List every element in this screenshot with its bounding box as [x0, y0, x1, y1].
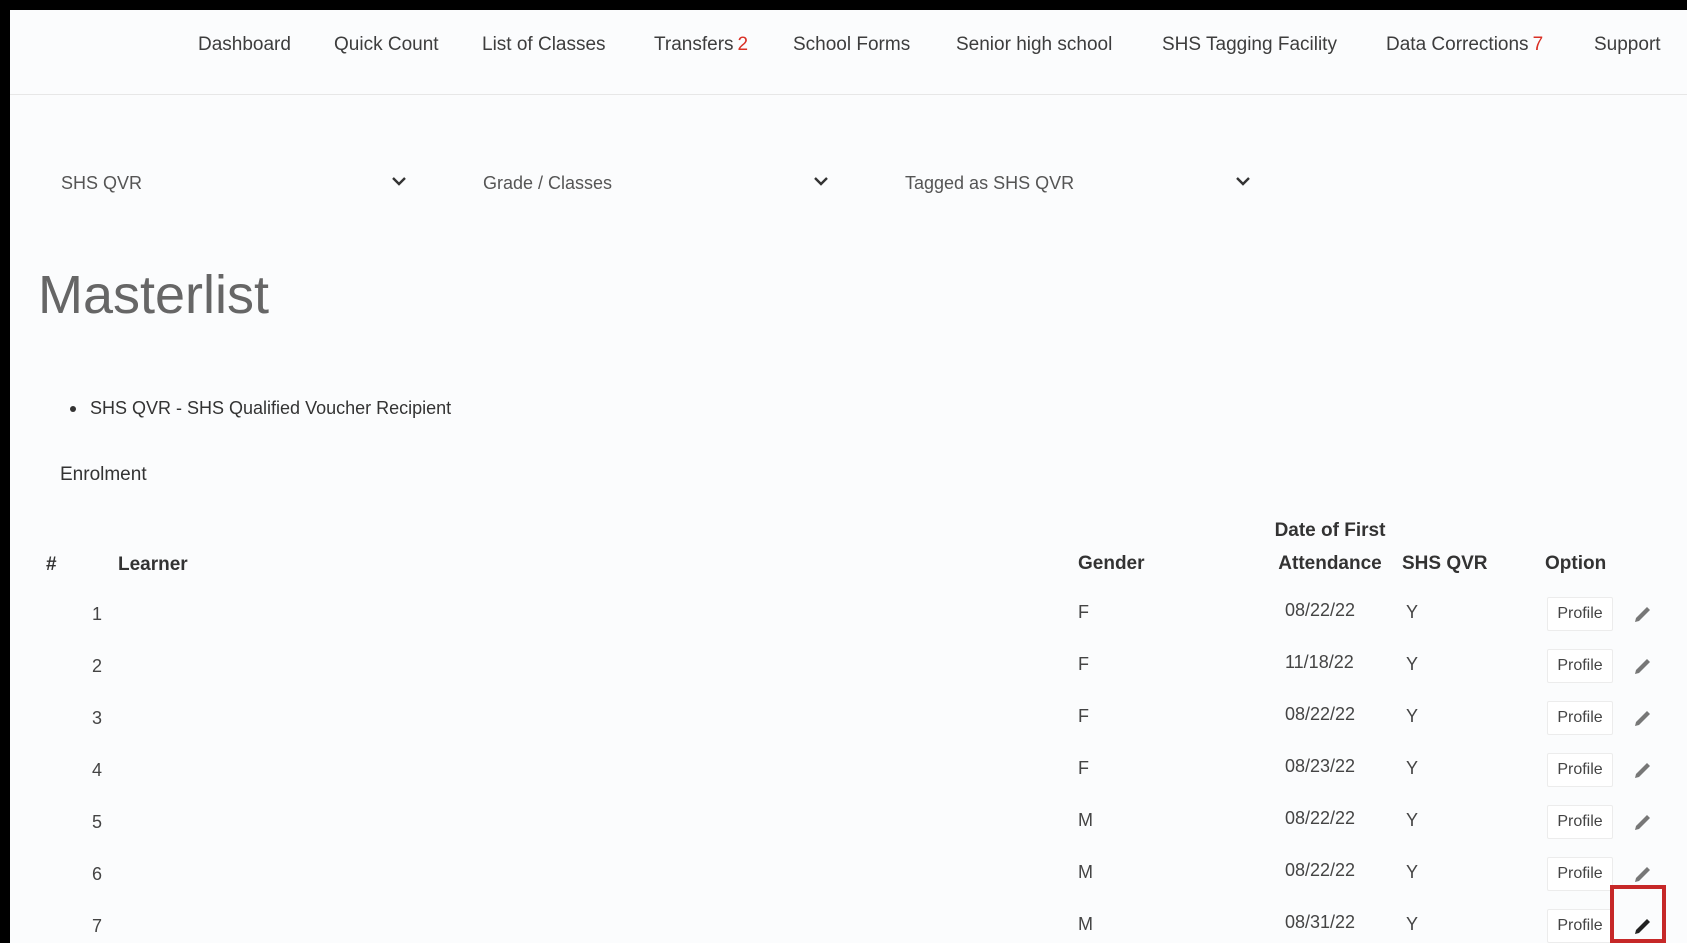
row-number: 5	[92, 812, 103, 832]
row-number: 3	[92, 708, 103, 728]
column-header-date-line1: Date of First	[1274, 520, 1386, 541]
profile-button[interactable]: Profile	[1547, 597, 1613, 631]
profile-button[interactable]: Profile	[1547, 753, 1613, 787]
nav-support[interactable]: Support	[1594, 34, 1661, 56]
nav-quick-count[interactable]: Quick Count	[334, 34, 439, 56]
row-date: 08/22/22	[1285, 704, 1356, 724]
pencil-edit-icon[interactable]	[1631, 810, 1655, 834]
grade-classes-select[interactable]: Grade / Classes	[460, 158, 844, 210]
profile-button[interactable]: Profile	[1547, 701, 1613, 735]
row-shs-qvr: Y	[1406, 758, 1419, 778]
table-row: 7 M 08/31/22 Y Profile	[10, 900, 1687, 943]
profile-button[interactable]: Profile	[1547, 909, 1613, 943]
nav-senior-high-school[interactable]: Senior high school	[956, 34, 1112, 56]
section-label-enrolment: Enrolment	[60, 464, 147, 485]
row-date: 11/18/22	[1285, 652, 1354, 672]
column-header-learner: Learner	[118, 554, 188, 575]
row-number: 6	[92, 864, 103, 884]
nav-data-corrections[interactable]: Data Corrections 7	[1386, 34, 1543, 56]
row-date: 08/22/22	[1285, 600, 1356, 620]
program-select[interactable]: SHS QVR	[38, 158, 422, 210]
row-date: 08/22/22	[1285, 808, 1356, 828]
tag-filter-select[interactable]: Tagged as SHS QVR	[882, 158, 1266, 210]
nav-shs-tagging-facility[interactable]: SHS Tagging Facility	[1162, 34, 1337, 56]
chevron-down-icon	[814, 177, 828, 186]
pencil-edit-icon[interactable]	[1631, 862, 1655, 886]
column-header-gender: Gender	[1078, 553, 1145, 574]
edit-highlight-box	[1610, 885, 1666, 943]
row-number: 7	[92, 916, 103, 936]
pencil-edit-icon[interactable]	[1631, 654, 1655, 678]
column-header-shs-qvr: SHS QVR	[1402, 553, 1488, 574]
row-shs-qvr: Y	[1406, 706, 1419, 726]
row-shs-qvr: Y	[1406, 602, 1419, 622]
nav-school-forms[interactable]: School Forms	[793, 34, 910, 56]
top-navbar: Dashboard Quick Count List of Classes Tr…	[10, 10, 1687, 98]
table-row: 1 F 08/22/22 Y Profile	[10, 588, 1687, 640]
chevron-down-icon	[1236, 177, 1250, 186]
nav-dashboard[interactable]: Dashboard	[198, 34, 291, 56]
profile-button[interactable]: Profile	[1547, 805, 1613, 839]
chevron-down-icon	[392, 177, 406, 186]
legend-list: SHS QVR - SHS Qualified Voucher Recipien…	[70, 398, 451, 419]
row-gender: M	[1078, 914, 1093, 934]
navbar-divider	[10, 94, 1687, 95]
pencil-edit-icon[interactable]	[1631, 602, 1655, 626]
legend-item: SHS QVR - SHS Qualified Voucher Recipien…	[70, 398, 451, 419]
profile-button[interactable]: Profile	[1547, 857, 1613, 891]
row-number: 2	[92, 656, 103, 676]
row-shs-qvr: Y	[1406, 914, 1419, 934]
page-title: Masterlist	[38, 265, 270, 325]
row-gender: M	[1078, 862, 1093, 882]
row-date: 08/23/22	[1285, 756, 1356, 776]
table-row: 2 F 11/18/22 Y Profile	[10, 640, 1687, 692]
column-header-date-line2: Attendance	[1278, 553, 1382, 574]
column-header-number: #	[46, 554, 57, 575]
table-row: 6 M 08/22/22 Y Profile	[10, 848, 1687, 900]
pencil-edit-icon[interactable]	[1631, 758, 1655, 782]
row-gender: F	[1078, 706, 1089, 726]
row-shs-qvr: Y	[1406, 862, 1419, 882]
profile-button[interactable]: Profile	[1547, 649, 1613, 683]
row-gender: F	[1078, 758, 1089, 778]
bullet-icon	[70, 406, 76, 413]
column-header-option: Option	[1545, 553, 1607, 574]
transfers-count-badge: 2	[737, 34, 749, 55]
table-row: 4 F 08/23/22 Y Profile	[10, 744, 1687, 796]
row-shs-qvr: Y	[1406, 810, 1419, 830]
row-gender: F	[1078, 654, 1089, 674]
table-row: 5 M 08/22/22 Y Profile	[10, 796, 1687, 848]
pencil-edit-icon[interactable]	[1631, 706, 1655, 730]
row-number: 1	[92, 604, 103, 624]
table-row: 3 F 08/22/22 Y Profile	[10, 692, 1687, 744]
program-select-value: SHS QVR	[61, 173, 143, 193]
grade-select-value: Grade / Classes	[483, 173, 613, 193]
row-date: 08/22/22	[1285, 860, 1356, 880]
tag-select-value: Tagged as SHS QVR	[905, 173, 1075, 193]
row-gender: M	[1078, 810, 1093, 830]
row-date: 08/31/22	[1285, 912, 1356, 932]
app-window: Dashboard Quick Count List of Classes Tr…	[10, 10, 1687, 943]
data-corrections-count-badge: 7	[1532, 34, 1544, 55]
row-number: 4	[92, 760, 103, 780]
row-gender: F	[1078, 602, 1089, 622]
nav-list-of-classes[interactable]: List of Classes	[482, 34, 606, 56]
nav-transfers[interactable]: Transfers 2	[654, 34, 748, 56]
row-shs-qvr: Y	[1406, 654, 1419, 674]
